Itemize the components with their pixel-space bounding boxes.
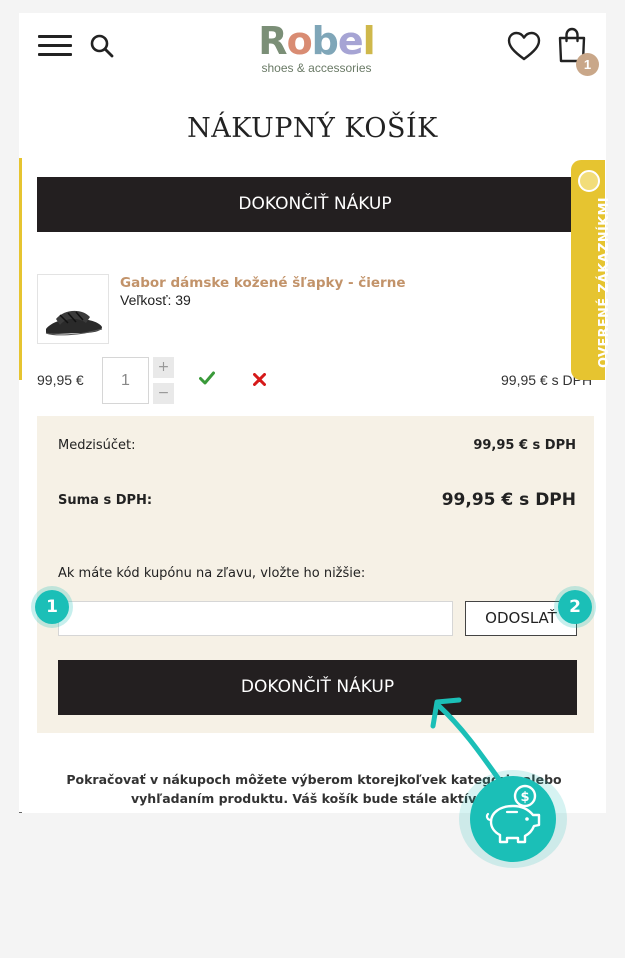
site-logo[interactable]: Robel shoes & accessories xyxy=(249,19,384,77)
tutorial-step-2-marker: 2 xyxy=(558,590,592,624)
page-title: NÁKUPNÝ KOŠÍK xyxy=(187,113,438,144)
quantity-increase-button[interactable]: + xyxy=(153,357,174,378)
checkout-button-top[interactable]: DOKONČIŤ NÁKUP xyxy=(37,177,593,232)
product-thumbnail[interactable] xyxy=(37,274,109,344)
subtotal-value: 99,95 € s DPH xyxy=(473,438,576,453)
heart-icon[interactable] xyxy=(507,31,541,63)
coupon-label: Ak máte kód kupónu na zľavu, vložte ho n… xyxy=(58,566,366,581)
quantity-input[interactable]: 1 xyxy=(102,357,149,404)
verified-seal-icon xyxy=(578,170,600,192)
divider-mark xyxy=(19,812,22,813)
cart-count-badge: 1 xyxy=(576,53,599,76)
hamburger-icon[interactable] xyxy=(38,33,72,59)
unit-price: 99,95 € xyxy=(37,372,84,388)
site-header: Robel shoes & accessories 1 xyxy=(19,13,606,81)
sandal-image xyxy=(45,310,103,336)
accent-bar xyxy=(19,158,22,380)
tutorial-step-1-marker: 1 xyxy=(35,590,69,624)
logo-tagline: shoes & accessories xyxy=(261,61,372,75)
quantity-decrease-button[interactable]: − xyxy=(153,383,174,404)
svg-text:$: $ xyxy=(520,790,529,805)
check-icon[interactable] xyxy=(199,371,215,385)
search-icon[interactable] xyxy=(89,33,115,59)
verified-customers-tab[interactable]: OVERENÉ ZÁKAZNÍKMI xyxy=(571,160,612,380)
piggy-bank-icon: $ xyxy=(485,784,541,844)
total-label: Suma s DPH: xyxy=(58,493,153,508)
verified-customers-label: OVERENÉ ZÁKAZNÍKMI xyxy=(597,197,612,368)
product-size: Veľkosť: 39 xyxy=(120,292,191,308)
subtotal-label: Medzisúčet: xyxy=(58,438,136,453)
coupon-input[interactable] xyxy=(58,601,453,636)
logo-wordmark: Robel xyxy=(258,19,375,63)
remove-icon[interactable] xyxy=(253,373,266,386)
total-value: 99,95 € s DPH xyxy=(441,490,576,510)
cart-summary: Medzisúčet: 99,95 € s DPH Suma s DPH: 99… xyxy=(37,416,594,733)
product-name-link[interactable]: Gabor dámske kožené šľapky - čierne xyxy=(120,275,405,291)
